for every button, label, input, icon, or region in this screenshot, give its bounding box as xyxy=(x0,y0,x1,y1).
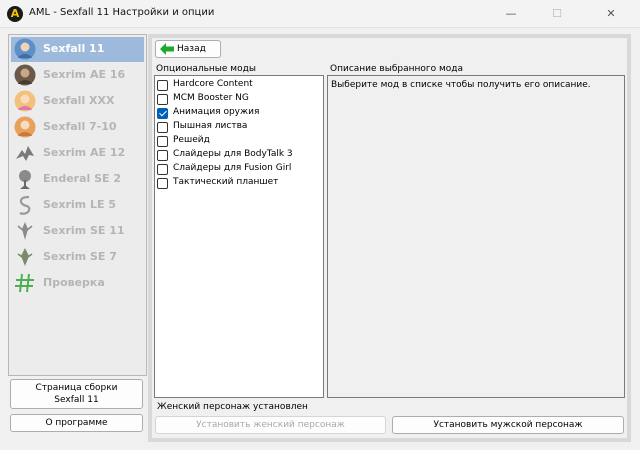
description-header: Описание выбранного мода xyxy=(330,64,464,74)
hash-icon xyxy=(15,273,34,293)
mod-label: Hardcore Content xyxy=(173,79,253,89)
mod-label: Тактический планшет xyxy=(173,177,279,187)
window-title: AML - Sexfall 11 Настройки и опции xyxy=(29,7,215,18)
install-female-label: Установить женский персонаж xyxy=(196,420,345,430)
optional-mods-header: Опциональные моды xyxy=(156,64,256,74)
mod-item[interactable]: MCM Booster NG xyxy=(157,93,322,106)
close-button[interactable]: ✕ xyxy=(588,0,634,28)
mod-checkbox[interactable] xyxy=(157,164,168,175)
profile-label: Sexfall 11 xyxy=(43,42,105,55)
title-bar: A AML - Sexfall 11 Настройки и опции — ☐… xyxy=(0,0,640,28)
profile-item[interactable]: Проверка xyxy=(11,271,144,296)
profile-item[interactable]: Sexfall 11 xyxy=(11,37,144,62)
mod-item[interactable]: Анимация оружия xyxy=(157,107,322,120)
profile-list[interactable]: Sexfall 11 Sexrim AE 16 Sexfall XXX Sexf… xyxy=(8,34,147,376)
skyrim-logo-icon xyxy=(17,222,33,240)
build-page-label-line2: Sexfall 11 xyxy=(54,395,99,405)
mod-item[interactable]: Решейд xyxy=(157,135,322,148)
profile-item[interactable]: Sexfall 7-10 xyxy=(11,115,144,140)
profile-item[interactable]: Enderal SE 2 xyxy=(11,167,144,192)
profile-item[interactable]: Sexrim LE 5 xyxy=(11,193,144,218)
app-logo-icon: A xyxy=(7,6,23,22)
description-text: Выберите мод в списке чтобы получить его… xyxy=(331,80,591,90)
optional-mods-list[interactable]: Hardcore Content MCM Booster NG Анимация… xyxy=(154,75,324,398)
profile-label: Enderal SE 2 xyxy=(43,172,122,185)
build-page-label-line1: Страница сборки xyxy=(35,383,118,393)
profile-label: Проверка xyxy=(43,276,105,289)
mod-item[interactable]: Слайдеры для Fusion Girl xyxy=(157,163,322,176)
install-female-button[interactable]: Установить женский персонаж xyxy=(155,416,386,434)
about-button[interactable]: О программе xyxy=(10,414,143,432)
profile-label: Sexfall 7-10 xyxy=(43,120,117,133)
mod-checkbox[interactable] xyxy=(157,178,168,189)
mod-label: Пышная листва xyxy=(173,121,248,131)
minimize-button[interactable]: — xyxy=(488,0,534,28)
profile-label: Sexrim SE 11 xyxy=(43,224,125,237)
character-portrait-icon xyxy=(14,38,36,60)
skyrim-logo-icon xyxy=(19,195,31,215)
mod-checkbox[interactable] xyxy=(157,108,168,119)
profile-label: Sexrim AE 16 xyxy=(43,68,126,81)
mod-item[interactable]: Тактический планшет xyxy=(157,177,322,190)
mod-checkbox[interactable] xyxy=(157,94,168,105)
character-portrait-icon xyxy=(14,116,36,138)
mod-label: MCM Booster NG xyxy=(173,93,249,103)
mod-checkbox[interactable] xyxy=(157,80,168,91)
profile-item[interactable]: Sexfall XXX xyxy=(11,89,144,114)
back-arrow-icon xyxy=(160,43,174,55)
mod-label: Слайдеры для BodyTalk 3 xyxy=(173,149,293,159)
mod-checkbox[interactable] xyxy=(157,136,168,147)
build-page-button[interactable]: Страница сборки Sexfall 11 xyxy=(10,379,143,409)
profile-item[interactable]: Sexrim AE 12 xyxy=(11,141,144,166)
profile-item[interactable]: Sexrim SE 11 xyxy=(11,219,144,244)
about-label: О программе xyxy=(45,418,108,428)
mod-label: Решейд xyxy=(173,135,210,145)
dragon-icon xyxy=(16,146,34,161)
profile-label: Sexrim LE 5 xyxy=(43,198,116,211)
status-text: Женский персонаж установлен xyxy=(157,402,308,412)
mod-description-box: Выберите мод в списке чтобы получить его… xyxy=(327,75,625,398)
install-male-label: Установить мужской персонаж xyxy=(433,420,583,430)
back-button[interactable]: Назад xyxy=(155,40,221,58)
profile-item[interactable]: Sexrim AE 16 xyxy=(11,63,144,88)
profile-label: Sexrim AE 12 xyxy=(43,146,126,159)
maximize-button[interactable]: ☐ xyxy=(534,0,580,28)
profile-item[interactable]: Sexrim SE 7 xyxy=(11,245,144,270)
mod-item[interactable]: Слайдеры для BodyTalk 3 xyxy=(157,149,322,162)
skyrim-logo-icon xyxy=(17,248,33,266)
mod-label: Слайдеры для Fusion Girl xyxy=(173,163,292,173)
character-portrait-icon xyxy=(14,64,36,86)
character-portrait-icon xyxy=(14,90,36,112)
mod-checkbox[interactable] xyxy=(157,122,168,133)
back-label: Назад xyxy=(177,44,206,54)
mod-label: Анимация оружия xyxy=(173,107,260,117)
mod-checkbox[interactable] xyxy=(157,150,168,161)
tree-emblem-icon xyxy=(19,170,31,189)
mod-item[interactable]: Пышная листва xyxy=(157,121,322,134)
profile-label: Sexfall XXX xyxy=(43,94,115,107)
mod-item[interactable]: Hardcore Content xyxy=(157,79,322,92)
profile-label: Sexrim SE 7 xyxy=(43,250,117,263)
install-male-button[interactable]: Установить мужской персонаж xyxy=(392,416,624,434)
